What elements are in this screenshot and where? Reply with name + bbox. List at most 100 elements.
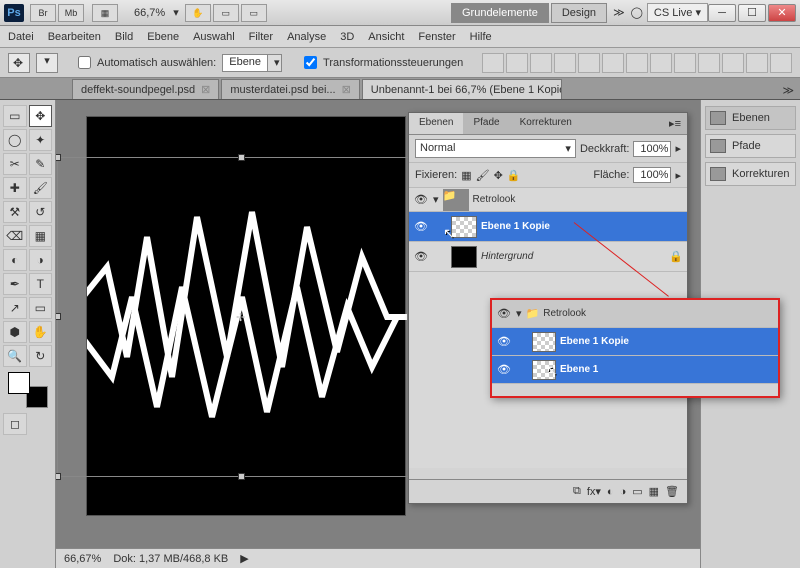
tool-eyedrop[interactable]: ✎ [29,153,53,175]
workspace-more-icon[interactable]: ≫ [613,6,625,19]
minimize-button[interactable]: ─ [708,4,736,22]
arrange-button[interactable]: ▭ [213,4,239,22]
align-icon[interactable] [506,53,528,73]
hand-button[interactable]: ✋ [185,4,211,22]
dock-korrekturen[interactable]: Korrekturen [705,162,796,186]
mask-icon[interactable]: ◐ [607,486,614,498]
tool-type[interactable]: T [29,273,53,295]
menu-bearbeiten[interactable]: Bearbeiten [48,31,101,43]
close-icon[interactable]: ⊠ [201,83,210,96]
tool-3d[interactable]: ⬢ [3,321,27,343]
tool-move[interactable]: ✥ [29,105,53,127]
visibility-icon[interactable]: 👁 [413,250,429,263]
menu-3d[interactable]: 3D [340,31,354,43]
transform-handle[interactable] [238,154,245,161]
tool-preset-dropdown[interactable]: ▾ [36,53,58,73]
menu-ansicht[interactable]: Ansicht [368,31,404,43]
group-icon[interactable]: ▭ [632,485,642,498]
panel-tab-korrekturen[interactable]: Korrekturen [510,113,582,134]
mb-button[interactable]: Mb [58,4,84,22]
transform-handle[interactable] [238,473,245,480]
fx-icon[interactable]: fx▾ [587,485,601,498]
menu-fenster[interactable]: Fenster [418,31,455,43]
status-doc[interactable]: Dok: 1,37 MB/468,8 KB [113,553,228,565]
tool-pen[interactable]: ✒ [3,273,27,295]
doc-tab-1[interactable]: musterdatei.psd bei...⊠ [221,79,359,99]
quickmask-button[interactable]: ◻ [3,413,27,435]
doc-tab-2[interactable]: Unbenannt-1 bei 66,7% (Ebene 1 Kopie, RG… [362,79,562,99]
dock-ebenen[interactable]: Ebenen [705,106,796,130]
layer-thumbnail[interactable] [451,246,477,268]
tool-wand[interactable]: ✦ [29,129,53,151]
new-layer-icon[interactable]: ▦ [649,485,659,498]
link-icon[interactable]: ⧉ [573,485,581,498]
align-icon[interactable] [482,53,504,73]
transform-handle[interactable] [56,313,61,320]
tool-brush[interactable]: 🖌 [29,177,53,199]
align-icon[interactable] [746,53,768,73]
transform-handle[interactable] [56,473,61,480]
tool-history[interactable]: ↺ [29,201,53,223]
opacity-arrow-icon[interactable]: ▸ [675,142,681,155]
tab-overflow-icon[interactable]: ≫ [776,82,800,99]
workspace-grundelemente[interactable]: Grundelemente [451,3,549,23]
align-icon[interactable] [650,53,672,73]
align-icon[interactable] [770,53,792,73]
transform-handle[interactable] [56,154,61,161]
visibility-icon[interactable]: 👁 [413,220,429,233]
menu-analyse[interactable]: Analyse [287,31,326,43]
transform-box[interactable]: ✢ [57,157,427,477]
blend-mode-combo[interactable]: Normal▾ [415,139,576,158]
align-icon[interactable] [626,53,648,73]
menu-datei[interactable]: Datei [8,31,34,43]
status-arrow-icon[interactable]: ▶ [240,552,248,565]
tool-heal[interactable]: ✚ [3,177,27,199]
tool-stamp[interactable]: ⚒ [3,201,27,223]
doc-tab-0[interactable]: deffekt-soundpegel.psd⊠ [72,79,219,99]
align-icon[interactable] [674,53,696,73]
tool-blur[interactable]: ◐ [3,249,27,271]
zoom-value[interactable]: 66,7% [126,7,173,19]
align-icon[interactable] [554,53,576,73]
lock-transparency-icon[interactable]: ▦ [461,169,471,182]
tool-shape[interactable]: ▭ [29,297,53,319]
auto-select-checkbox[interactable] [78,56,91,69]
panel-tab-ebenen[interactable]: Ebenen [409,113,463,134]
tool-marquee[interactable]: ▭ [3,105,27,127]
document-canvas[interactable]: ✢ [86,116,406,516]
layer-row[interactable]: 👁 Ebene 1 Kopie [409,212,687,242]
tool-eraser[interactable]: ⌫ [3,225,27,247]
lock-pixels-icon[interactable]: 🖌 [476,169,490,182]
tool-rotate[interactable]: ↻ [29,345,53,367]
auto-select-combo[interactable]: Ebene▾ [222,54,282,72]
delete-icon[interactable]: 🗑 [665,485,679,498]
layer-thumbnail[interactable] [451,216,477,238]
transform-controls-checkbox[interactable] [304,56,317,69]
menu-ebene[interactable]: Ebene [147,31,179,43]
workspace-design[interactable]: Design [551,3,607,23]
align-icon[interactable] [698,53,720,73]
layer-group-row[interactable]: 👁 ▾ 📁 Retrolook [409,188,687,212]
visibility-icon[interactable]: 👁 [413,193,429,206]
tool-gradient[interactable]: ▦ [29,225,53,247]
br-button[interactable]: Br [30,4,56,22]
fill-arrow-icon[interactable]: ▸ [675,169,681,182]
menu-auswahl[interactable]: Auswahl [193,31,235,43]
align-icon[interactable] [530,53,552,73]
lock-position-icon[interactable]: ✥ [494,169,503,182]
align-icon[interactable] [722,53,744,73]
maximize-button[interactable]: ☐ [738,4,766,22]
tool-lasso[interactable]: ◯ [3,129,27,151]
menu-bild[interactable]: Bild [115,31,133,43]
align-icon[interactable] [602,53,624,73]
adjustment-icon[interactable]: ◑ [620,486,627,498]
panel-tab-pfade[interactable]: Pfade [463,113,509,134]
color-swatch[interactable] [8,372,48,408]
layer-row[interactable]: 👁 Hintergrund 🔒 [409,242,687,272]
tool-dodge[interactable]: ◑ [29,249,53,271]
tool-path[interactable]: ↗ [3,297,27,319]
chevron-down-icon[interactable]: ▾ [433,193,439,206]
opacity-input[interactable]: 100% [633,141,671,157]
close-icon[interactable]: ⊠ [342,83,351,96]
menu-filter[interactable]: Filter [249,31,273,43]
